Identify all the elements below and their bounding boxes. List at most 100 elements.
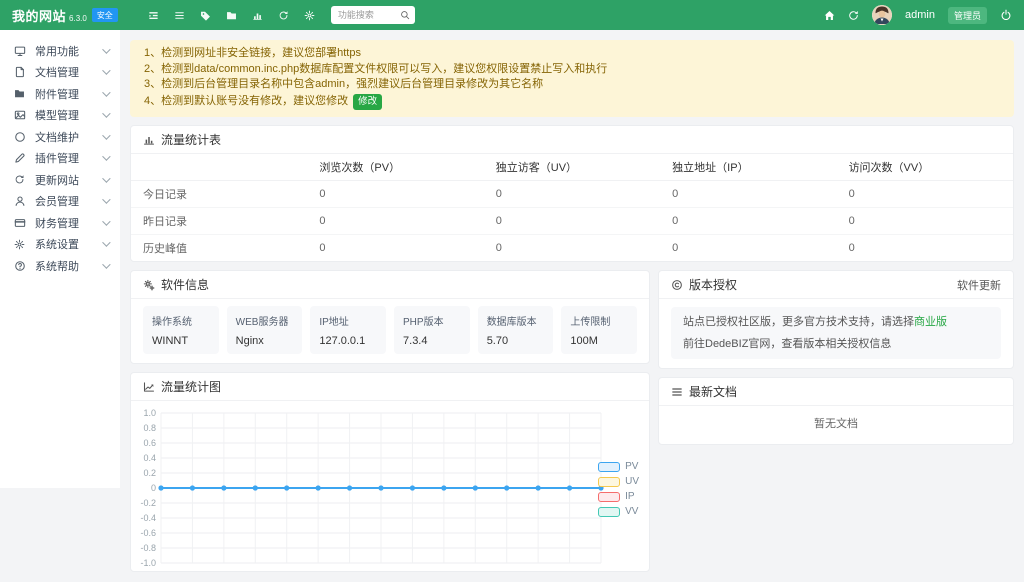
sidebar-item-label: 系统帮助: [35, 258, 79, 274]
username[interactable]: admin: [905, 9, 935, 21]
chevron-down-icon: [102, 45, 110, 53]
security-badge: 安全: [92, 8, 118, 22]
role-badge: 管理员: [948, 7, 987, 24]
info-value: 5.70: [487, 335, 545, 347]
redo-icon[interactable]: [278, 10, 289, 21]
table-row: 历史峰值0000: [131, 235, 1013, 262]
sidebar-item-8[interactable]: 财务管理: [0, 212, 120, 234]
folder-icon[interactable]: [226, 10, 237, 21]
commercial-edition-link[interactable]: 商业版: [914, 316, 947, 328]
row-value: 0: [484, 181, 660, 208]
chevron-down-icon: [102, 217, 110, 225]
latest-docs-title: 最新文档: [689, 383, 737, 400]
security-alerts: 1、检测到网址非安全链接，建议您部署https 2、检测到data/common.…: [130, 40, 1014, 117]
legend-label: IP: [625, 491, 634, 502]
software-update-link[interactable]: 软件更新: [957, 277, 1001, 293]
user-avatar[interactable]: [872, 5, 892, 25]
traffic-col-0: [131, 154, 307, 181]
site-version: 6.3.0: [69, 14, 87, 23]
legend-item-ip[interactable]: IP: [598, 491, 639, 502]
sidebar-item-5[interactable]: 插件管理: [0, 148, 120, 170]
tag-icon[interactable]: [200, 10, 211, 21]
bar-chart-icon: [143, 134, 155, 146]
gear-icon: [14, 239, 27, 250]
question-icon: [14, 260, 27, 272]
alert-line-4: 4、检测到默认账号没有修改，建议您修改修改: [144, 93, 1000, 112]
traffic-table-title: 流量统计表: [161, 131, 221, 148]
top-header: 我的网站 6.3.0 安全 admin 管理员: [0, 0, 1024, 30]
home-icon[interactable]: [824, 10, 835, 21]
chevron-down-icon: [102, 110, 110, 118]
sidebar-item-7[interactable]: 会员管理: [0, 191, 120, 213]
sidebar-item-1[interactable]: 文档管理: [0, 62, 120, 84]
sidebar-item-4[interactable]: 文档维护: [0, 126, 120, 148]
sidebar-item-label: 文档管理: [35, 64, 79, 80]
chart-folder-icon[interactable]: [252, 10, 263, 21]
alert-text: 3、检测到后台管理目录名称中包含admin，强烈建议后台管理目录修改为其它名称: [144, 78, 543, 90]
license-line1: 站点已授权社区版，更多官方技术支持，请选择: [683, 316, 914, 328]
traffic-table: 浏览次数（PV）独立访客（UV）独立地址（IP）访问次数（VV） 今日记录000…: [131, 154, 1013, 261]
sidebar-item-0[interactable]: 常用功能: [0, 40, 120, 62]
info-box-0: 操作系统WINNT: [143, 306, 219, 354]
software-info-title: 软件信息: [161, 276, 209, 293]
legend-item-uv[interactable]: UV: [598, 476, 639, 487]
info-label: PHP版本: [403, 313, 461, 328]
info-box-2: IP地址127.0.0.1: [310, 306, 386, 354]
sidebar-item-label: 会员管理: [35, 193, 79, 209]
fix-button[interactable]: 修改: [353, 94, 382, 111]
alert-line-1: 1、检测到网址非安全链接，建议您部署https: [144, 46, 1000, 62]
gear-icon[interactable]: [304, 10, 315, 21]
svg-text:-0.2: -0.2: [140, 498, 156, 508]
sidebar-item-label: 模型管理: [35, 107, 79, 123]
info-value: 127.0.0.1: [319, 335, 377, 347]
legend-label: UV: [625, 476, 639, 487]
row-value: 0: [307, 235, 483, 262]
sidebar-item-9[interactable]: 系统设置: [0, 234, 120, 256]
sidebar-item-10[interactable]: 系统帮助: [0, 255, 120, 277]
svg-text:-0.8: -0.8: [140, 543, 156, 553]
traffic-chart: 1.00.80.60.40.20-0.2-0.4-0.6-0.8-1.0 PVU…: [131, 401, 649, 572]
alert-text: 2、检测到data/common.inc.php数据库配置文件权限可以写入，建议…: [144, 63, 607, 75]
latest-docs-card: 最新文档 暂无文档: [658, 377, 1014, 445]
info-label: 上传限制: [570, 313, 628, 328]
chevron-down-icon: [102, 88, 110, 96]
software-info-card: 软件信息 操作系统WINNTWEB服务器NginxIP地址127.0.0.1PH…: [130, 270, 650, 364]
sidebar-item-6[interactable]: 更新网站: [0, 169, 120, 191]
svg-text:0.8: 0.8: [143, 423, 156, 433]
sidebar-item-label: 更新网站: [35, 172, 79, 188]
site-name: 我的网站: [12, 6, 66, 25]
menu-icon[interactable]: [174, 10, 185, 21]
line-chart-icon: [143, 381, 155, 393]
search-icon[interactable]: [400, 10, 410, 20]
row-label: 昨日记录: [131, 208, 307, 235]
alert-text: 1、检测到网址非安全链接，建议您部署https: [144, 47, 361, 59]
legend-label: PV: [625, 461, 638, 472]
sidebar-item-label: 文档维护: [35, 129, 79, 145]
refresh-icon[interactable]: [848, 10, 859, 21]
search-input[interactable]: [338, 10, 400, 20]
traffic-col-2: 独立访客（UV）: [484, 154, 660, 181]
collapse-sidebar-icon[interactable]: [148, 10, 159, 21]
chevron-down-icon: [102, 239, 110, 247]
chevron-down-icon: [102, 260, 110, 268]
info-box-5: 上传限制100M: [561, 306, 637, 354]
sidebar-item-2[interactable]: 附件管理: [0, 83, 120, 105]
circle-icon: [14, 131, 27, 143]
desktop-icon: [14, 45, 27, 57]
row-value: 0: [307, 208, 483, 235]
row-value: 0: [484, 208, 660, 235]
legend-item-vv[interactable]: VV: [598, 506, 639, 517]
power-icon[interactable]: [1000, 9, 1012, 21]
search-box[interactable]: [331, 6, 415, 24]
info-label: 操作系统: [152, 313, 210, 328]
site-logo[interactable]: 我的网站 6.3.0 安全: [12, 6, 118, 25]
legend-item-pv[interactable]: PV: [598, 461, 639, 472]
alert-line-3: 3、检测到后台管理目录名称中包含admin，强烈建议后台管理目录修改为其它名称: [144, 77, 1000, 93]
document-icon: [14, 66, 27, 78]
svg-text:0: 0: [151, 483, 156, 493]
legend-swatch: [598, 507, 620, 517]
sidebar-item-3[interactable]: 模型管理: [0, 105, 120, 127]
chart-plot: 1.00.80.60.40.20-0.2-0.4-0.6-0.8-1.0: [137, 405, 643, 572]
images-icon: [14, 109, 27, 121]
svg-text:0.6: 0.6: [143, 438, 156, 448]
